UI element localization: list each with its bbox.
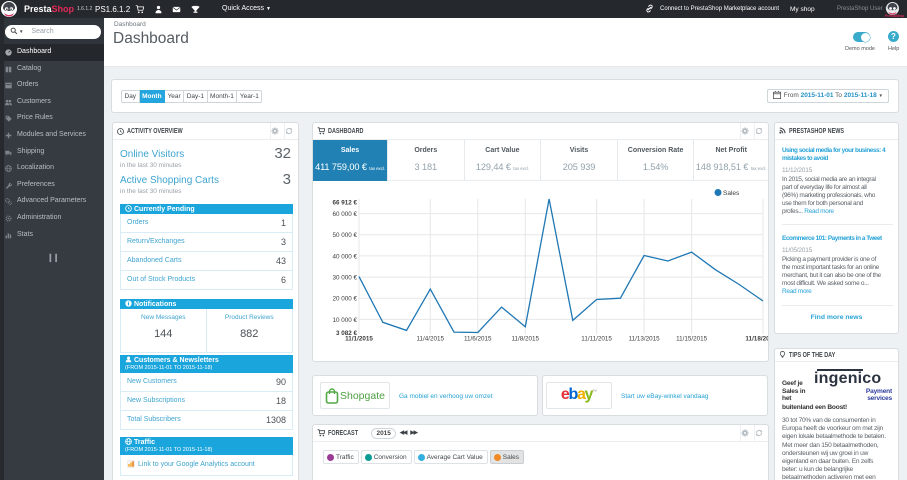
svg-text:11/6/2015: 11/6/2015 — [464, 336, 492, 343]
svg-text:11/13/2015: 11/13/2015 — [629, 336, 661, 343]
svg-text:11/8/2015: 11/8/2015 — [512, 336, 540, 343]
svg-text:30 000 €: 30 000 € — [332, 275, 357, 282]
svg-text:20 000 €: 20 000 € — [332, 296, 357, 303]
svg-text:60 000 €: 60 000 € — [332, 211, 357, 218]
svg-text:Sales: Sales — [723, 190, 740, 197]
svg-text:11/11/2015: 11/11/2015 — [581, 336, 612, 343]
svg-text:66 912 €: 66 912 € — [332, 200, 357, 207]
svg-text:40 000 €: 40 000 € — [332, 253, 357, 260]
svg-text:11/18/2015: 11/18/2015 — [745, 336, 768, 343]
svg-text:11/15/2015: 11/15/2015 — [676, 336, 708, 343]
svg-text:11/4/2015: 11/4/2015 — [417, 336, 445, 343]
svg-text:10 000 €: 10 000 € — [332, 317, 357, 324]
svg-text:11/1/2015: 11/1/2015 — [345, 336, 373, 343]
svg-text:50 000 €: 50 000 € — [332, 232, 357, 239]
